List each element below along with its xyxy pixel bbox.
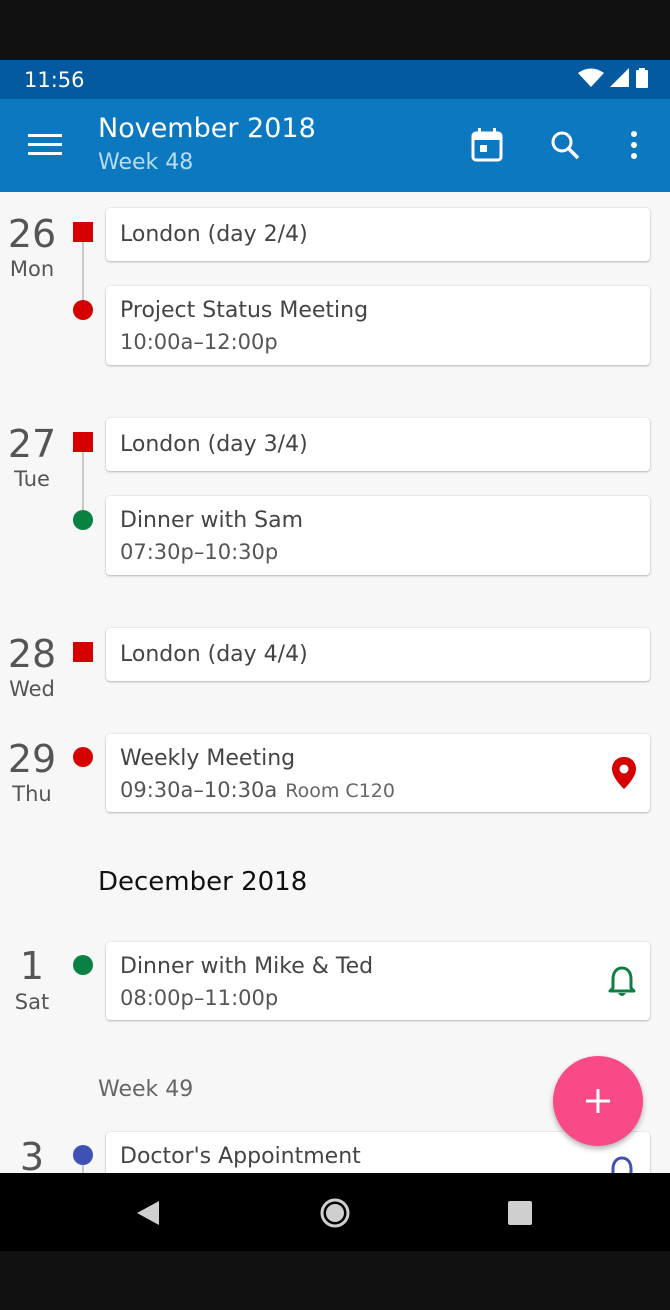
signal-icon [610, 68, 629, 87]
event-title: Doctor's Appointment [120, 1144, 361, 1169]
day-number: 27 [7, 422, 57, 466]
event-title: London (day 3/4) [120, 432, 308, 457]
month-header: December 2018 [98, 867, 308, 897]
today-button[interactable] [465, 123, 509, 167]
event-card[interactable]: Dinner with Sam 07:30p–10:30p [106, 496, 650, 575]
event-title: Dinner with Mike & Ted [120, 954, 374, 979]
day-number: 29 [7, 737, 57, 781]
event-card[interactable]: Dinner with Mike & Ted 08:00p–11:00p [106, 942, 650, 1020]
plus-icon [586, 1089, 610, 1113]
event-color-dot [73, 955, 93, 975]
timeline-connector [82, 442, 84, 520]
home-icon[interactable] [319, 1197, 351, 1229]
agenda-list[interactable]: 26 Mon London (day 2/4) Project Status M… [0, 192, 670, 1173]
top-bezel [0, 0, 670, 60]
event-time: 08:00p–11:00p [120, 986, 279, 1010]
event-color-square [73, 642, 93, 662]
event-title: Project Status Meeting [120, 298, 369, 323]
event-location: Room C120 [285, 780, 395, 802]
page-title: November 2018 [98, 113, 316, 144]
day-name: Wed [9, 677, 55, 701]
day-number: 26 [7, 212, 57, 256]
event-time: 10:00a–12:00p [120, 330, 278, 354]
menu-icon[interactable] [28, 131, 62, 159]
event-title: London (day 2/4) [120, 222, 308, 247]
event-color-dot [73, 747, 93, 767]
event-color-dot [73, 1145, 93, 1165]
day-number: 1 [19, 944, 45, 988]
event-color-square [73, 222, 93, 242]
event-color-square [73, 432, 93, 452]
location-pin-icon [612, 757, 636, 789]
event-color-dot [73, 510, 93, 530]
status-time: 11:56 [24, 68, 85, 92]
event-card[interactable]: Project Status Meeting 10:00a–12:00p [106, 286, 650, 365]
back-icon[interactable] [135, 1200, 161, 1226]
app-screen: 11:56 November 2018 Week 48 26 Mon Londo… [0, 0, 670, 1310]
event-color-dot [73, 300, 93, 320]
more-vert-icon [631, 131, 637, 159]
event-card[interactable]: Weekly Meeting 09:30a–10:30a Room C120 [106, 734, 650, 812]
wifi-icon [578, 68, 604, 87]
day-name: Sat [14, 990, 50, 1014]
day-name: Mon [9, 257, 55, 281]
bottom-bezel [0, 1251, 670, 1310]
event-title: Dinner with Sam [120, 508, 304, 533]
calendar-icon [471, 128, 503, 162]
day-name: Tue [14, 467, 50, 491]
event-time: 09:30a–10:30a Room C120 [120, 778, 395, 802]
navigation-bar [0, 1173, 670, 1251]
recents-icon[interactable] [507, 1200, 533, 1226]
event-time-range: 09:30a–10:30a [120, 778, 278, 802]
timeline-connector [82, 232, 84, 310]
page-subtitle: Week 48 [98, 150, 194, 175]
event-card[interactable]: London (day 2/4) [106, 208, 650, 261]
status-icons [578, 68, 648, 88]
bell-icon [611, 1156, 633, 1173]
timeline-connector [82, 1165, 84, 1173]
event-title: London (day 4/4) [120, 642, 308, 667]
bell-icon [608, 966, 636, 996]
status-bar: 11:56 [0, 60, 670, 99]
add-event-button[interactable] [553, 1056, 643, 1146]
overflow-menu-button[interactable] [612, 123, 656, 167]
event-card[interactable]: London (day 4/4) [106, 628, 650, 681]
search-icon [551, 131, 580, 160]
day-number: 28 [7, 632, 57, 676]
day-number: 3 [19, 1135, 45, 1173]
event-title: Weekly Meeting [120, 746, 296, 771]
event-card[interactable]: Doctor's Appointment [106, 1132, 650, 1173]
day-name: Thu [12, 782, 52, 806]
event-time: 07:30p–10:30p [120, 540, 279, 564]
battery-icon [636, 68, 648, 88]
week-header: Week 49 [98, 1077, 194, 1102]
search-button[interactable] [543, 123, 587, 167]
app-bar: November 2018 Week 48 [0, 99, 670, 192]
event-card[interactable]: London (day 3/4) [106, 418, 650, 471]
